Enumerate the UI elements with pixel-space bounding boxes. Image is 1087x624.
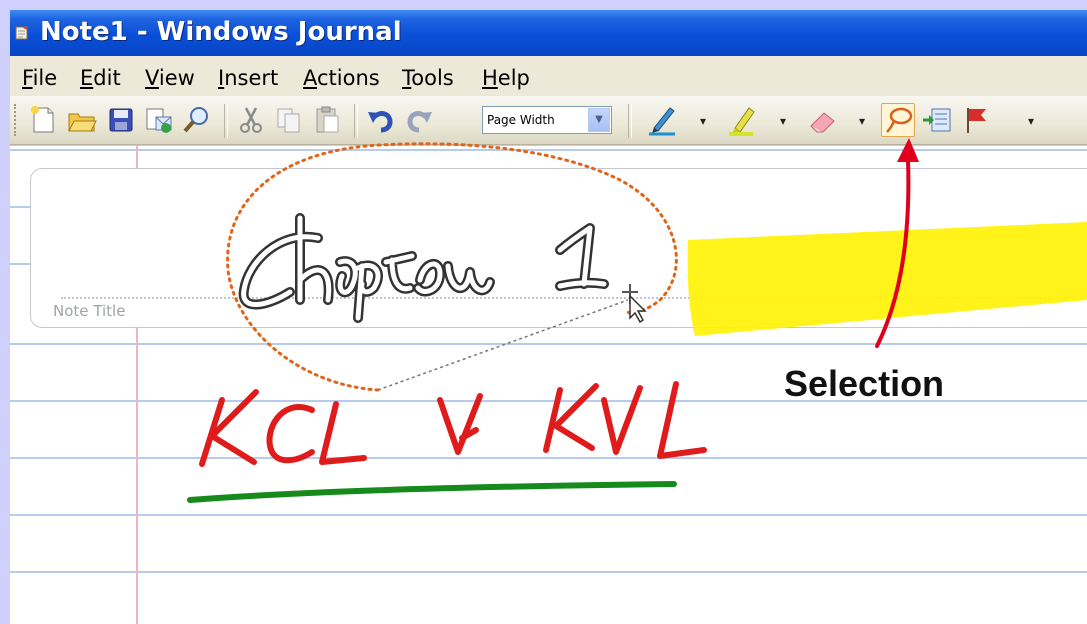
menu-file[interactable]: File	[22, 66, 57, 90]
zoom-select[interactable]: Page Width ▼	[482, 106, 612, 134]
menu-help[interactable]: Help	[482, 66, 530, 90]
toolbar-separator	[224, 104, 228, 138]
new-note-icon[interactable]	[26, 103, 60, 137]
selection-annotation-label: Selection	[784, 363, 945, 404]
note-title-placeholder: Note Title	[53, 302, 126, 320]
pen-dropdown-arrow[interactable]: ▾	[700, 115, 710, 127]
standard-toolbar: Page Width ▼ ▾ ▾ ▾ ▾	[10, 96, 1087, 145]
title-bar[interactable]: Note1 - Windows Journal	[10, 10, 1087, 56]
open-icon[interactable]	[65, 103, 99, 137]
menu-tools[interactable]: Tools	[402, 66, 454, 90]
save-icon[interactable]	[104, 103, 138, 137]
journal-app-icon	[15, 26, 28, 40]
eraser-icon[interactable]	[806, 103, 840, 137]
selection-tool-icon[interactable]	[881, 103, 915, 137]
toolbar-separator	[354, 104, 358, 138]
eraser-dropdown-arrow[interactable]: ▾	[859, 115, 869, 127]
flag-icon[interactable]	[960, 103, 994, 137]
zoom-value: Page Width	[487, 113, 555, 127]
menu-view[interactable]: View	[145, 66, 195, 90]
menu-actions[interactable]: Actions	[303, 66, 380, 90]
cut-icon[interactable]	[234, 103, 268, 137]
menu-insert[interactable]: Insert	[218, 66, 278, 90]
window-title: Note1 - Windows Journal	[40, 17, 402, 47]
find-icon[interactable]	[180, 103, 214, 137]
redo-icon[interactable]	[402, 103, 436, 137]
journal-window: Note1 - Windows Journal File Edit View I…	[10, 10, 1087, 624]
pen-icon[interactable]	[646, 103, 680, 137]
menu-bar: File Edit View Insert Actions Tools Help	[10, 56, 1087, 96]
insert-space-icon[interactable]	[920, 103, 954, 137]
highlighter-dropdown-arrow[interactable]: ▾	[780, 115, 790, 127]
copy-icon[interactable]	[272, 103, 306, 137]
undo-icon[interactable]	[364, 103, 398, 137]
menu-edit[interactable]: Edit	[80, 66, 121, 90]
toolbar-separator	[628, 104, 632, 138]
send-icon[interactable]	[142, 103, 176, 137]
chevron-down-icon[interactable]: ▼	[588, 108, 610, 132]
title-guide-line	[61, 297, 1087, 299]
toolbar-grip[interactable]	[14, 104, 19, 136]
highlighter-icon[interactable]	[726, 103, 760, 137]
paste-icon[interactable]	[310, 103, 344, 137]
flag-dropdown-arrow[interactable]: ▾	[1028, 115, 1038, 127]
note-title-area[interactable]: Note Title	[30, 168, 1087, 328]
